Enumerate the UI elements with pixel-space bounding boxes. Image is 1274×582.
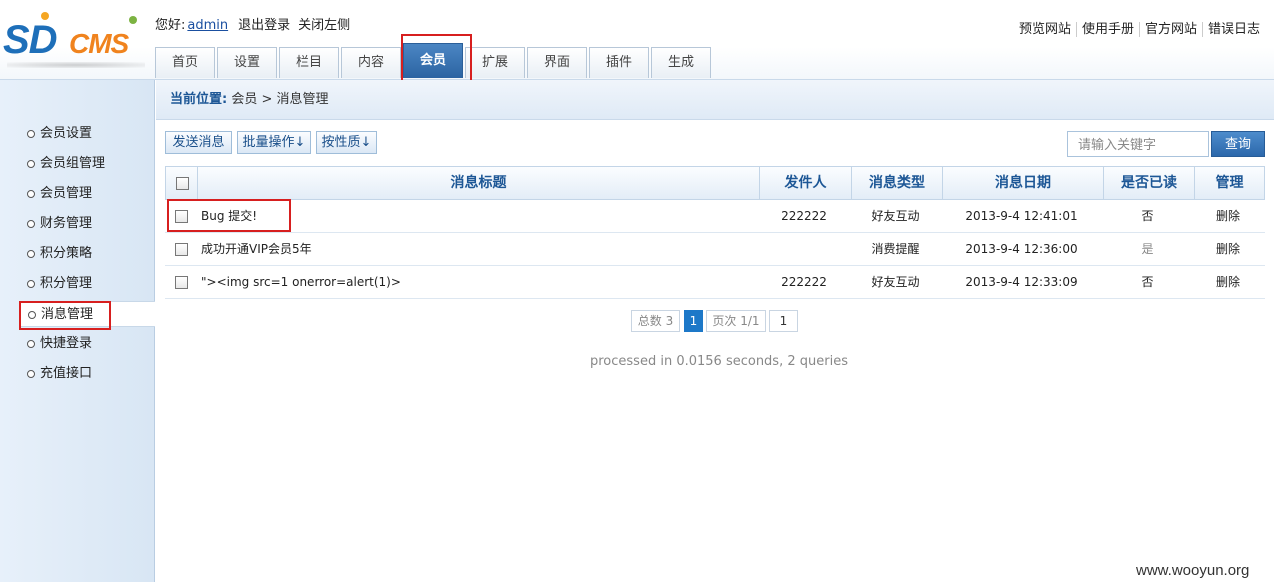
tab-content[interactable]: 内容 bbox=[341, 47, 401, 78]
close-left-link[interactable]: 关闭左侧 bbox=[298, 18, 350, 33]
highlight-box bbox=[401, 34, 472, 85]
message-read: 否 bbox=[1141, 275, 1154, 289]
highlight-box bbox=[19, 301, 111, 330]
send-message-button[interactable]: 发送消息 bbox=[165, 131, 232, 154]
breadcrumb: 当前位置: 会员 > 消息管理 bbox=[156, 80, 1274, 120]
delete-link[interactable]: 删除 bbox=[1193, 233, 1263, 266]
sidebar-item-recharge[interactable]: 充值接口 bbox=[20, 361, 155, 387]
filter-type-button[interactable]: 按性质↓ bbox=[316, 131, 377, 154]
sidebar-item-finance[interactable]: 财务管理 bbox=[20, 211, 155, 237]
official-site-link[interactable]: 官方网站 bbox=[1138, 22, 1202, 37]
pager-total: 总数 3 bbox=[631, 310, 680, 332]
tab-generate[interactable]: 生成 bbox=[651, 47, 711, 78]
message-date: 2013-9-4 12:36:00 bbox=[965, 242, 1078, 256]
message-type: 好友互动 bbox=[871, 275, 920, 289]
header-date: 消息日期 bbox=[942, 167, 1103, 199]
sidebar: 会员设置 会员组管理 会员管理 财务管理 积分策略 积分管理 消息管理 快捷登录… bbox=[0, 80, 155, 582]
message-type: 好友互动 bbox=[871, 209, 920, 223]
logo-figure-icon bbox=[41, 12, 49, 20]
delete-link[interactable]: 删除 bbox=[1193, 200, 1263, 233]
watermark: www.wooyun.org bbox=[1136, 562, 1250, 579]
table-row: 成功开通VIP会员5年 消费提醒 2013-9-4 12:36:00 是 删除 bbox=[165, 233, 1265, 266]
pager-goto-input[interactable]: 1 bbox=[769, 310, 798, 332]
message-sender: 222222 bbox=[781, 275, 827, 289]
tab-extend[interactable]: 扩展 bbox=[465, 47, 525, 78]
sidebar-item-member-settings[interactable]: 会员设置 bbox=[20, 121, 155, 147]
preview-site-link[interactable]: 预览网站 bbox=[1014, 22, 1076, 37]
error-log-link[interactable]: 错误日志 bbox=[1201, 22, 1265, 37]
row-checkbox[interactable] bbox=[175, 276, 188, 289]
tab-settings[interactable]: 设置 bbox=[217, 47, 277, 78]
message-title[interactable]: 成功开通VIP会员5年 bbox=[201, 233, 312, 266]
header-sender: 发件人 bbox=[759, 167, 851, 199]
header: SD CMS 您好: admin 退出登录 关闭左侧 预览网站 使用手册 官方网站 错误日志… bbox=[0, 0, 1274, 80]
delete-link[interactable]: 删除 bbox=[1193, 266, 1263, 299]
message-date: 2013-9-4 12:41:01 bbox=[965, 209, 1078, 223]
table-header: 消息标题 发件人 消息类型 消息日期 是否已读 管理 bbox=[165, 166, 1265, 200]
logout-link[interactable]: 退出登录 bbox=[238, 18, 290, 33]
tab-interface[interactable]: 界面 bbox=[527, 47, 587, 78]
tab-home[interactable]: 首页 bbox=[155, 47, 215, 78]
query-button[interactable]: 查询 bbox=[1211, 131, 1265, 157]
manual-link[interactable]: 使用手册 bbox=[1075, 22, 1139, 37]
processed-info: processed in 0.0156 seconds, 2 queries bbox=[590, 354, 848, 369]
message-sender: 222222 bbox=[781, 209, 827, 223]
pager-page-info: 页次 1/1 bbox=[706, 310, 766, 332]
message-read: 否 bbox=[1141, 209, 1154, 223]
search-input[interactable]: 请输入关键字 bbox=[1067, 131, 1209, 157]
welcome-bar: 您好: admin 退出登录 关闭左侧 bbox=[155, 14, 358, 33]
sidebar-item-member-groups[interactable]: 会员组管理 bbox=[20, 151, 155, 177]
sidebar-item-points-manage[interactable]: 积分管理 bbox=[20, 271, 155, 297]
pager-current-page[interactable]: 1 bbox=[684, 310, 703, 332]
message-date: 2013-9-4 12:33:09 bbox=[965, 275, 1078, 289]
tab-columns[interactable]: 栏目 bbox=[279, 47, 339, 78]
tab-plugins[interactable]: 插件 bbox=[589, 47, 649, 78]
greeting-label: 您好: bbox=[155, 18, 186, 33]
sidebar-item-quick-login[interactable]: 快捷登录 bbox=[20, 331, 155, 357]
username-link[interactable]: admin bbox=[187, 18, 228, 33]
table-row: Bug 提交! 222222 好友互动 2013-9-4 12:41:01 否 … bbox=[165, 200, 1265, 233]
sidebar-item-points-policy[interactable]: 积分策略 bbox=[20, 241, 155, 267]
top-links: 预览网站 使用手册 官方网站 错误日志 bbox=[1014, 18, 1265, 37]
breadcrumb-label: 当前位置: bbox=[170, 92, 228, 107]
header-type: 消息类型 bbox=[851, 167, 942, 199]
select-all-checkbox[interactable] bbox=[176, 177, 189, 190]
message-title[interactable]: "><img src=1 onerror=alert(1)> bbox=[201, 266, 401, 299]
highlight-box bbox=[167, 199, 291, 232]
header-title: 消息标题 bbox=[197, 167, 759, 199]
sdcms-logo: SD CMS bbox=[3, 12, 148, 68]
header-read: 是否已读 bbox=[1103, 167, 1194, 199]
table-row: "><img src=1 onerror=alert(1)> 222222 好友… bbox=[165, 266, 1265, 299]
header-manage: 管理 bbox=[1194, 167, 1264, 199]
batch-operation-button[interactable]: 批量操作↓ bbox=[237, 131, 311, 154]
message-type: 消费提醒 bbox=[871, 242, 920, 256]
breadcrumb-path: 会员 > 消息管理 bbox=[231, 92, 329, 107]
sidebar-item-member-manage[interactable]: 会员管理 bbox=[20, 181, 155, 207]
message-read: 是 bbox=[1141, 242, 1154, 256]
row-checkbox[interactable] bbox=[175, 243, 188, 256]
logo-figure-icon bbox=[129, 16, 137, 24]
message-sender bbox=[758, 233, 850, 266]
